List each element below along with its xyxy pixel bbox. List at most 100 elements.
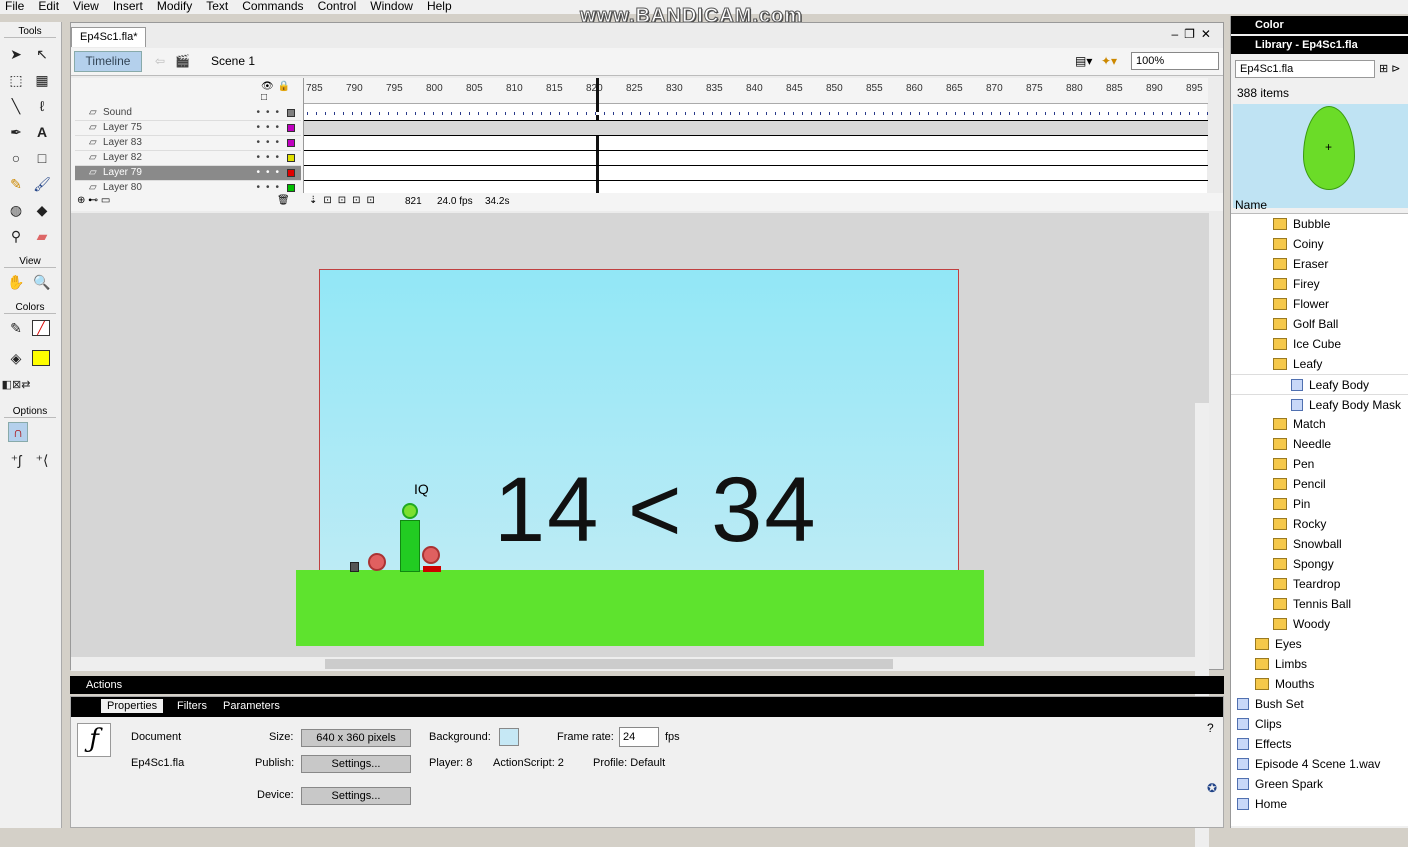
tab-filters[interactable]: Filters [177,700,207,712]
size-button[interactable]: 640 x 360 pixels [301,729,411,747]
hand-tool-icon[interactable]: ✋ [6,272,26,292]
edit-symbols-icon[interactable]: ✦▾ [1101,54,1117,68]
library-item[interactable]: Match [1273,414,1326,434]
name-column-header[interactable]: Name [1231,198,1408,214]
tab-properties[interactable]: Properties [101,699,164,713]
color-panel-header[interactable]: Color [1231,16,1408,34]
library-item[interactable]: Teardrop [1273,574,1340,594]
library-item[interactable]: Flower [1273,294,1329,314]
default-colors-icon[interactable]: ◧⊠⇄ [2,374,31,394]
straighten-icon[interactable]: ⁺⟨ [32,450,52,470]
rectangle-tool-icon[interactable]: □ [32,148,52,168]
frame-row[interactable] [304,151,1208,166]
smooth-icon[interactable]: ⁺ʃ [6,450,26,470]
small-object[interactable] [350,562,359,572]
library-item[interactable]: Leafy [1273,354,1322,374]
library-item[interactable]: Eraser [1273,254,1328,274]
library-item[interactable]: Pen [1273,454,1314,474]
text-tool-icon[interactable]: A [32,122,52,142]
frame-row[interactable] [304,106,1208,121]
library-item[interactable]: Golf Ball [1273,314,1338,334]
leafy-character[interactable] [402,503,418,519]
library-item[interactable]: Snowball [1273,534,1342,554]
fill-color-icon[interactable]: ◈ [6,348,26,368]
scroll-thumb[interactable] [325,659,893,669]
pencil-tool-icon[interactable]: ✎ [6,174,26,194]
help-icon[interactable]: ? [1207,721,1214,735]
oval-tool-icon[interactable]: ○ [6,148,26,168]
document-tab[interactable]: Ep4Sc1.fla* [71,27,147,47]
library-item[interactable]: Ice Cube [1273,334,1341,354]
onion-skin-icons[interactable]: ⇣⊡⊡⊡⊡ [309,195,381,206]
device-settings-button[interactable]: Settings... [301,787,411,805]
layer-visibility-icons[interactable]: 👁🔒□ [261,81,303,103]
actions-panel-header[interactable]: Actions [70,676,1224,694]
layer-toggles[interactable]: ••• [256,121,285,135]
character-red-2[interactable] [422,546,440,564]
publish-settings-button[interactable]: Settings... [301,755,411,773]
zoom-tool-icon[interactable]: 🔍 [32,272,52,292]
paint-bucket-icon[interactable]: ◆ [32,200,52,220]
pen-tool-icon[interactable]: ✒ [6,122,26,142]
library-item[interactable]: Pin [1273,494,1310,514]
layer-row[interactable]: ▱ Layer 75 ••• [75,121,301,136]
menu-commands[interactable]: Commands [242,0,303,14]
ink-bottle-icon[interactable]: ◍ [6,200,26,220]
tab-parameters[interactable]: Parameters [223,700,280,712]
background-color-swatch[interactable] [499,728,519,746]
menu-view[interactable]: View [73,0,99,14]
back-arrow-icon[interactable]: ⇦ [155,54,165,68]
library-item[interactable]: Bubble [1273,214,1330,234]
grass-ground[interactable] [296,570,984,646]
library-item[interactable]: Clips [1237,714,1282,734]
library-item[interactable]: Pencil [1273,474,1326,494]
lasso-tool-icon[interactable]: ℓ [32,96,52,116]
menu-text[interactable]: Text [206,0,228,14]
layer-outline-color[interactable] [287,124,295,132]
library-item[interactable]: Tennis Ball [1273,594,1351,614]
fill-color-swatch[interactable] [32,350,50,366]
library-panel-header[interactable]: Library - Ep4Sc1.fla [1231,36,1408,54]
brush-tool-icon[interactable]: 🖌 [32,174,52,194]
layer-outline-color[interactable] [287,154,295,162]
eyedropper-icon[interactable]: ⚲ [6,226,26,246]
zoom-select[interactable]: 100% [1131,52,1219,70]
menu-file[interactable]: File [5,0,24,14]
layer-row[interactable]: ▱ Layer 83 ••• [75,136,301,151]
library-item[interactable]: Eyes [1255,634,1302,654]
line-tool-icon[interactable]: ╲ [6,96,26,116]
frame-row[interactable] [304,121,1208,136]
library-item[interactable]: Coiny [1273,234,1324,254]
menu-insert[interactable]: Insert [113,0,143,14]
layer-row[interactable]: ▱ Layer 79 ••• [75,166,301,181]
pin-icon[interactable]: ⊞ ⊳ [1379,62,1401,75]
library-item[interactable]: Leafy Body [1231,374,1408,394]
layer-toggles[interactable]: ••• [256,106,285,120]
menu-edit[interactable]: Edit [38,0,59,14]
eraser-tool-icon[interactable]: ▰ [32,226,52,246]
layer-row[interactable]: ▱ Sound ••• [75,106,301,121]
layer-outline-color[interactable] [287,184,295,192]
delete-layer-icon[interactable]: 🗑 [277,195,290,206]
library-item[interactable]: Spongy [1273,554,1334,574]
red-block[interactable] [423,566,441,572]
timeline-button[interactable]: Timeline [74,51,142,72]
library-item[interactable]: Home [1237,794,1287,814]
library-item[interactable]: Woody [1273,614,1330,634]
library-item[interactable]: Green Spark [1237,774,1323,794]
window-controls[interactable]: –❐✕ [1172,27,1218,41]
library-item[interactable]: Bush Set [1237,694,1304,714]
frame-ruler[interactable]: 785 790 795 800 805 810 815 820 825 830 835 840 845 8… [304,78,1208,104]
library-item[interactable]: Effects [1237,734,1291,754]
subselection-tool-icon[interactable]: ↖ [32,44,52,64]
layer-row[interactable]: ▱ Layer 82 ••• [75,151,301,166]
frame-row[interactable] [304,136,1208,151]
menu-control[interactable]: Control [318,0,357,14]
comparison-text[interactable]: 14 < 34 [494,458,818,563]
layer-toggles[interactable]: ••• [256,166,285,180]
library-item[interactable]: Needle [1273,434,1331,454]
accessibility-icon[interactable]: ✪ [1207,781,1217,795]
layer-toggles[interactable]: ••• [256,151,285,165]
library-select[interactable]: Ep4Sc1.fla [1235,60,1375,78]
snap-magnet-icon[interactable]: ∩ [8,422,28,442]
